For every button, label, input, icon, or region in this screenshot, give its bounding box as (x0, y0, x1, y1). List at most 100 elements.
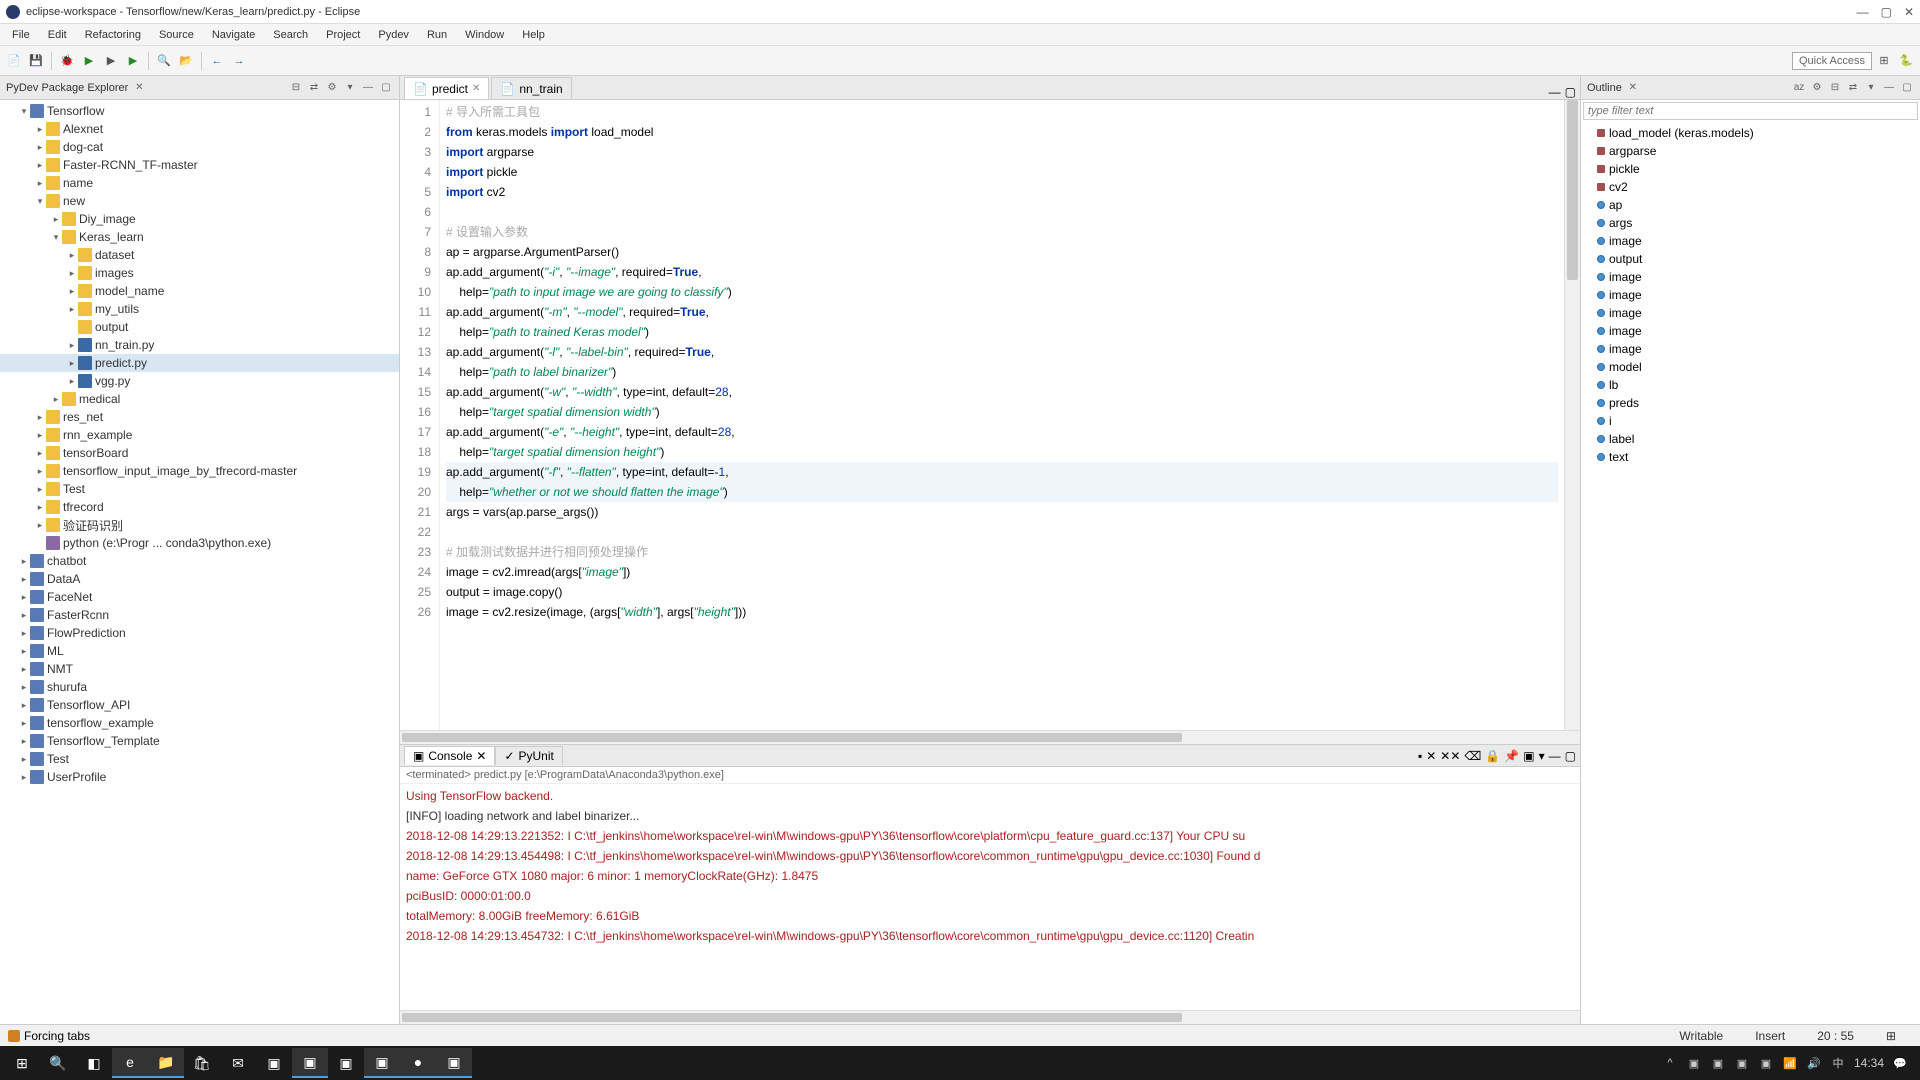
outline-item[interactable]: pickle (1583, 160, 1918, 178)
remove-icon[interactable]: ✕ (1426, 749, 1436, 763)
tree-item[interactable]: ▸chatbot (0, 552, 399, 570)
app-icon[interactable]: ▣ (292, 1048, 328, 1078)
menu-project[interactable]: Project (318, 27, 368, 43)
maximize-editor-icon[interactable]: ▢ (1565, 85, 1576, 99)
tree-item[interactable]: ▸my_utils (0, 300, 399, 318)
outline-item[interactable]: args (1583, 214, 1918, 232)
menu-icon[interactable]: ▾ (1864, 81, 1878, 95)
menu-file[interactable]: File (4, 27, 38, 43)
close-view-icon[interactable]: ✕ (132, 81, 146, 95)
app-icon[interactable]: ▣ (436, 1048, 472, 1078)
tree-item[interactable]: ▸res_net (0, 408, 399, 426)
tree-item[interactable]: ▾new (0, 192, 399, 210)
quick-access[interactable]: Quick Access (1792, 52, 1872, 70)
menu-navigate[interactable]: Navigate (204, 27, 263, 43)
menu-help[interactable]: Help (514, 27, 553, 43)
close-button[interactable]: ✕ (1904, 5, 1914, 19)
menu-icon[interactable]: ▾ (343, 81, 357, 95)
task-view-icon[interactable]: ◧ (76, 1048, 112, 1078)
sort-icon[interactable]: az (1792, 81, 1806, 95)
vertical-scrollbar[interactable] (1564, 100, 1580, 730)
tray-up-icon[interactable]: ^ (1662, 1055, 1678, 1071)
tree-item[interactable]: ▸tfrecord (0, 498, 399, 516)
tree-item[interactable]: ▸Faster-RCNN_TF-master (0, 156, 399, 174)
outline-item[interactable]: image (1583, 268, 1918, 286)
tree-item[interactable]: ▸Diy_image (0, 210, 399, 228)
open-type-icon[interactable]: 📂 (176, 51, 196, 71)
tree-item[interactable]: ▸dog-cat (0, 138, 399, 156)
eclipse-taskbar-icon[interactable]: ● (400, 1048, 436, 1078)
pyunit-tab[interactable]: ✓ PyUnit (495, 746, 562, 765)
pydev-perspective-icon[interactable]: 🐍 (1896, 51, 1916, 71)
collapse-icon[interactable]: ⊟ (1828, 81, 1842, 95)
console-output[interactable]: Using TensorFlow backend.[INFO] loading … (400, 784, 1580, 1010)
menu-edit[interactable]: Edit (40, 27, 75, 43)
outline-item[interactable]: output (1583, 250, 1918, 268)
run-icon[interactable]: ▶ (79, 51, 99, 71)
outline-item[interactable]: model (1583, 358, 1918, 376)
tree-item[interactable]: ▸tensorflow_example (0, 714, 399, 732)
tree-item[interactable]: ▸FlowPrediction (0, 624, 399, 642)
tree-item[interactable]: ▸vgg.py (0, 372, 399, 390)
tree-item[interactable]: ▸NMT (0, 660, 399, 678)
back-icon[interactable]: ← (207, 51, 227, 71)
tree-item[interactable]: ▸Tensorflow_Template (0, 732, 399, 750)
system-tray[interactable]: ^ ▣ ▣ ▣ ▣ 📶 🔊 中 14:34 💬 (1654, 1055, 1916, 1071)
maximize-console-icon[interactable]: ▢ (1565, 749, 1576, 763)
project-tree[interactable]: ▾Tensorflow▸Alexnet▸dog-cat▸Faster-RCNN_… (0, 100, 399, 1024)
ime-icon[interactable]: 中 (1830, 1055, 1846, 1071)
code-area[interactable]: # 导入所需工具包from keras.models import load_m… (440, 100, 1564, 730)
coverage-icon[interactable]: ▶ (101, 51, 121, 71)
network-icon[interactable]: 📶 (1782, 1055, 1798, 1071)
filter-icon[interactable]: ⚙ (1810, 81, 1824, 95)
outline-list[interactable]: load_model (keras.models)argparsepicklec… (1581, 122, 1920, 1024)
outline-item[interactable]: image (1583, 304, 1918, 322)
menu-refactoring[interactable]: Refactoring (77, 27, 149, 43)
tray-icon[interactable]: ▣ (1710, 1055, 1726, 1071)
app-icon[interactable]: ▣ (364, 1048, 400, 1078)
close-tab-icon[interactable]: ✕ (472, 83, 480, 94)
tree-item[interactable]: ▸FaceNet (0, 588, 399, 606)
debug-icon[interactable]: 🐞 (57, 51, 77, 71)
edge-icon[interactable]: e (112, 1048, 148, 1078)
open-console-icon[interactable]: ▾ (1539, 749, 1545, 763)
scrollbar-thumb[interactable] (402, 733, 1182, 742)
terminate-icon[interactable]: ▪ (1418, 749, 1422, 763)
link-icon[interactable]: ⇄ (307, 81, 321, 95)
outline-item[interactable]: argparse (1583, 142, 1918, 160)
perspective-icon[interactable]: ⊞ (1874, 51, 1894, 71)
mail-icon[interactable]: ✉ (220, 1048, 256, 1078)
maximize-view-icon[interactable]: ▢ (379, 81, 393, 95)
filter-icon[interactable]: ⚙ (325, 81, 339, 95)
menu-search[interactable]: Search (265, 27, 316, 43)
code-editor[interactable]: 1234567891011121314151617181920212223242… (400, 100, 1580, 730)
outline-filter-input[interactable] (1583, 102, 1918, 120)
menu-source[interactable]: Source (151, 27, 202, 43)
outline-item[interactable]: ap (1583, 196, 1918, 214)
scrollbar-thumb[interactable] (1567, 100, 1578, 280)
tree-item[interactable]: ▸shurufa (0, 678, 399, 696)
display-icon[interactable]: ▣ (1523, 749, 1534, 763)
outline-item[interactable]: label (1583, 430, 1918, 448)
tree-item[interactable]: python (e:\Progr ... conda3\python.exe) (0, 534, 399, 552)
maximize-button[interactable]: ▢ (1881, 5, 1892, 19)
remove-all-icon[interactable]: ✕✕ (1440, 749, 1460, 763)
app-icon[interactable]: ▣ (256, 1048, 292, 1078)
tray-icon[interactable]: ▣ (1686, 1055, 1702, 1071)
tree-item[interactable]: ▸Test (0, 750, 399, 768)
minimize-view-icon[interactable]: — (1882, 81, 1896, 95)
scrollbar-thumb[interactable] (402, 1013, 1182, 1022)
menu-pydev[interactable]: Pydev (370, 27, 417, 43)
clock[interactable]: 14:34 (1854, 1056, 1884, 1070)
outline-item[interactable]: image (1583, 322, 1918, 340)
tree-item[interactable]: ▸验证码识别 (0, 516, 399, 534)
tree-item[interactable]: ▸name (0, 174, 399, 192)
app-icon[interactable]: ▣ (328, 1048, 364, 1078)
close-view-icon[interactable]: ✕ (1626, 81, 1640, 95)
close-tab-icon[interactable]: ✕ (476, 749, 486, 763)
tree-item[interactable]: ▸tensorflow_input_image_by_tfrecord-mast… (0, 462, 399, 480)
console-tab[interactable]: ▣ Console ✕ (404, 746, 495, 765)
new-icon[interactable]: 📄 (4, 51, 24, 71)
tree-item[interactable]: ▸medical (0, 390, 399, 408)
search-icon[interactable]: 🔍 (40, 1048, 76, 1078)
